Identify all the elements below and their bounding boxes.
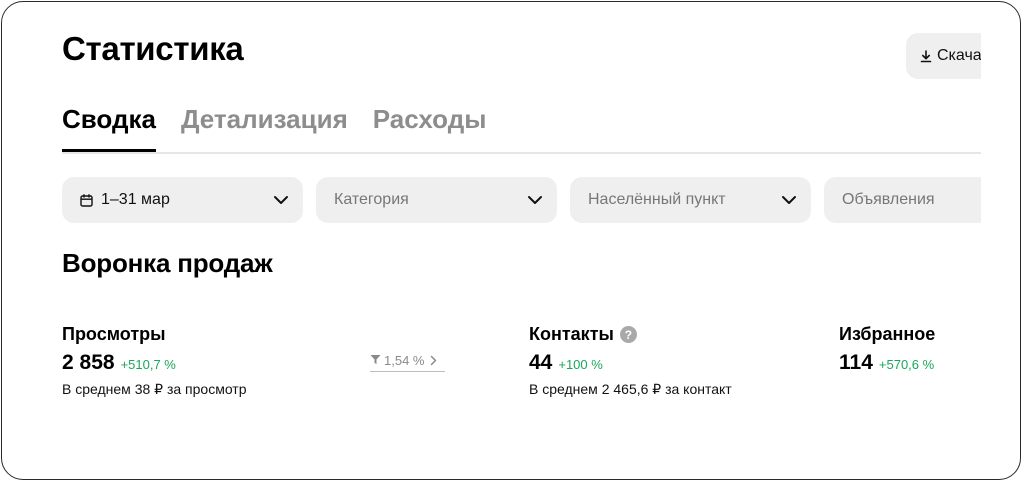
chevron-right-icon <box>430 355 437 366</box>
conversion-link[interactable]: 1,54 % <box>370 353 445 372</box>
chevron-down-icon <box>781 195 797 205</box>
tab-summary[interactable]: Сводка <box>62 98 156 152</box>
app-frame: Статистика Скачать Сводка Детализация Ра… <box>1 1 1021 480</box>
chevron-down-icon <box>273 195 289 205</box>
section-title: Воронка продаж <box>62 248 273 278</box>
page-title: Статистика <box>62 30 244 67</box>
download-label: Скачать <box>937 47 981 64</box>
locality-filter[interactable]: Населённый пункт <box>570 177 811 223</box>
views-label-text: Просмотры <box>62 324 166 344</box>
favorites-label-text: Избранное <box>839 324 936 344</box>
conversion-value: 1,54 % <box>384 353 425 368</box>
ads-filter-label: Объявления <box>842 191 935 208</box>
filters-bar: 1–31 мар Категория Населённый пункт Объя… <box>62 177 981 223</box>
date-filter-label: 1–31 мар <box>101 191 170 208</box>
views-metric: Просмотры 2 858 +510,7 % В среднем 38 ₽ … <box>62 324 247 398</box>
views-change: +510,7 % <box>120 357 176 372</box>
favorites-label: Избранное <box>839 324 935 345</box>
favorites-value-row: 114 +570,6 % <box>839 351 935 375</box>
funnel-icon <box>370 353 381 368</box>
category-filter[interactable]: Категория <box>316 177 557 223</box>
views-label: Просмотры <box>62 324 247 345</box>
download-icon <box>920 49 932 63</box>
contacts-label: Контакты ? <box>529 324 732 345</box>
contacts-value-row: 44 +100 % <box>529 351 732 375</box>
contacts-average: В среднем 2 465,6 ₽ за контакт <box>529 381 732 397</box>
chevron-down-icon <box>527 195 543 205</box>
date-filter[interactable]: 1–31 мар <box>62 177 303 223</box>
question-icon[interactable]: ? <box>619 326 637 343</box>
views-value-row: 2 858 +510,7 % <box>62 351 247 375</box>
contacts-value: 44 <box>529 351 553 374</box>
tab-expenses[interactable]: Расходы <box>373 98 487 150</box>
contacts-label-text: Контакты <box>529 324 614 344</box>
favorites-change: +570,6 % <box>878 357 935 372</box>
tab-details[interactable]: Детализация <box>181 98 348 150</box>
calendar-icon <box>80 193 93 207</box>
ads-filter[interactable]: Объявления <box>824 177 981 223</box>
favorites-metric: Избранное 114 +570,6 % <box>839 324 935 375</box>
contacts-metric: Контакты ? 44 +100 % В среднем 2 465,6 ₽… <box>529 324 732 398</box>
locality-filter-label: Населённый пункт <box>588 191 726 208</box>
download-button[interactable]: Скачать <box>906 33 981 79</box>
tabs-bar: Сводка Детализация Расходы <box>62 98 981 154</box>
category-filter-label: Категория <box>334 191 409 208</box>
views-average: В среднем 38 ₽ за просмотр <box>62 381 247 397</box>
views-value: 2 858 <box>62 351 115 374</box>
content-area: Статистика Скачать Сводка Детализация Ра… <box>2 2 981 479</box>
favorites-value: 114 <box>839 351 873 374</box>
contacts-change: +100 % <box>558 357 603 372</box>
